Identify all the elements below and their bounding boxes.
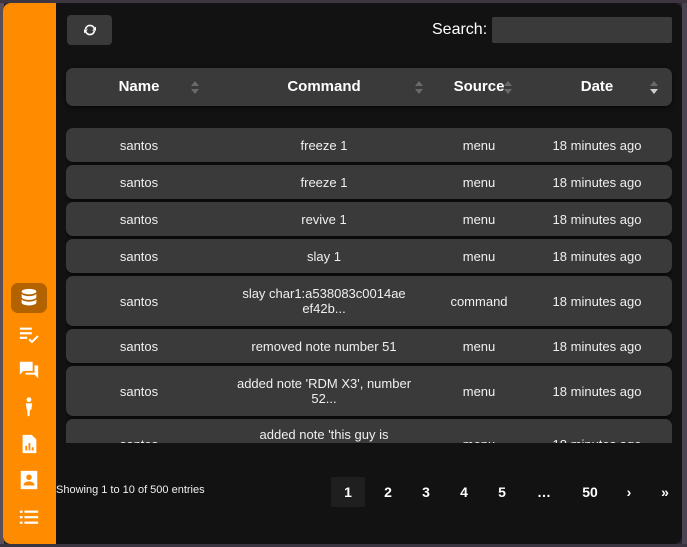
sort-icon[interactable] xyxy=(191,81,199,95)
logs-panel: Search: Name Command Source Date santos xyxy=(3,3,682,544)
sort-icon[interactable] xyxy=(415,81,423,95)
sidebar-item-database[interactable] xyxy=(11,283,47,313)
cell-name: santos xyxy=(119,174,159,190)
table-row[interactable]: santos removed note number 51 menu 18 mi… xyxy=(66,329,672,363)
chat-icon xyxy=(19,361,39,379)
cell-command: added note 'this guy is xyxy=(259,427,389,442)
column-header-command[interactable]: Command xyxy=(212,68,436,106)
sidebar-item-chat[interactable] xyxy=(13,356,45,384)
cell-source: menu xyxy=(462,383,496,399)
cell-name: santos xyxy=(119,383,159,399)
sort-icon[interactable] xyxy=(504,81,512,95)
list-icon xyxy=(19,510,39,524)
cell-source: menu xyxy=(462,174,496,190)
table-info: Showing 1 to 10 of 500 entries xyxy=(56,484,205,496)
table-row[interactable]: santos freeze 1 menu 18 minutes ago xyxy=(66,165,672,199)
column-header-label: Name xyxy=(118,78,160,95)
page-button-5[interactable]: 5 xyxy=(484,477,520,507)
cell-source: command xyxy=(450,293,508,309)
cell-name: santos xyxy=(119,293,159,309)
table-row[interactable]: santos slay char1:a538083c0014aeef42b...… xyxy=(66,276,672,326)
cell-date: 18 minutes ago xyxy=(552,174,642,190)
cell-date: 18 minutes ago xyxy=(552,338,642,354)
cell-source: menu xyxy=(462,338,496,354)
sidebar-item-players[interactable] xyxy=(13,393,45,421)
sidebar-item-list[interactable] xyxy=(13,503,45,531)
database-icon xyxy=(21,288,37,306)
cell-command: removed note number 51 xyxy=(251,338,397,354)
contact-icon xyxy=(20,470,38,490)
sidebar-item-reports[interactable] xyxy=(13,430,45,458)
cell-source: menu xyxy=(462,248,496,264)
cell-date: 18 minutes ago xyxy=(552,248,642,264)
cell-command: freeze 1 xyxy=(300,137,348,153)
search-input[interactable] xyxy=(492,17,672,43)
cell-source: menu xyxy=(462,211,496,227)
refresh-icon xyxy=(83,24,96,36)
sidebar xyxy=(3,3,56,544)
refresh-button[interactable] xyxy=(67,15,112,45)
table-row[interactable]: santos freeze 1 menu 18 minutes ago xyxy=(66,128,672,162)
page-button-1[interactable]: 1 xyxy=(331,477,365,507)
table-row[interactable]: santos added note 'this guy is menu 18 m… xyxy=(66,419,672,443)
cell-date: 18 minutes ago xyxy=(552,293,642,309)
background-edge-right xyxy=(682,0,687,547)
cell-command: freeze 1 xyxy=(300,174,348,190)
cell-name: santos xyxy=(119,137,159,153)
cell-command: revive 1 xyxy=(301,211,347,227)
cell-name: santos xyxy=(66,419,212,444)
last-page-button[interactable]: » xyxy=(650,477,680,507)
cell-source: menu xyxy=(462,137,496,153)
cell-name: santos xyxy=(119,338,159,354)
table-body: santos freeze 1 menu 18 minutes ago sant… xyxy=(66,125,672,443)
cell-command: added note 'RDM X3', number 52... xyxy=(236,376,412,406)
sort-desc-icon[interactable] xyxy=(650,81,658,95)
cell-command: slay 1 xyxy=(307,248,341,264)
next-page-button[interactable]: › xyxy=(614,477,644,507)
main-content: Search: Name Command Source Date santos xyxy=(56,3,682,544)
cell-date: 18 minutes ago xyxy=(522,419,672,444)
page-button-2[interactable]: 2 xyxy=(370,477,406,507)
cell-name: santos xyxy=(119,211,159,227)
sidebar-item-checklist[interactable] xyxy=(13,320,45,348)
search-label: Search: xyxy=(432,21,488,38)
checklist-icon xyxy=(19,327,39,344)
cell-date: 18 minutes ago xyxy=(552,137,642,153)
cell-date: 18 minutes ago xyxy=(552,383,642,399)
table-header: Name Command Source Date xyxy=(66,68,672,106)
column-header-label: Source xyxy=(453,78,505,95)
page-button-3[interactable]: 3 xyxy=(408,477,444,507)
person-icon xyxy=(25,397,33,417)
page-ellipsis: … xyxy=(537,484,551,500)
column-header-label: Command xyxy=(287,78,361,95)
report-icon xyxy=(22,434,37,454)
cell-date: 18 minutes ago xyxy=(552,211,642,227)
cell-command: slay char1:a538083c0014aeef42b... xyxy=(242,286,406,316)
sidebar-item-contacts[interactable] xyxy=(13,466,45,494)
cell-name: santos xyxy=(119,248,159,264)
table-row[interactable]: santos revive 1 menu 18 minutes ago xyxy=(66,202,672,236)
table-row[interactable]: santos slay 1 menu 18 minutes ago xyxy=(66,239,672,273)
page-button-4[interactable]: 4 xyxy=(446,477,482,507)
page-button-50[interactable]: 50 xyxy=(570,477,610,507)
cell-source: menu xyxy=(436,419,522,444)
table-row[interactable]: santos added note 'RDM X3', number 52...… xyxy=(66,366,672,416)
column-header-label: Date xyxy=(580,78,614,95)
